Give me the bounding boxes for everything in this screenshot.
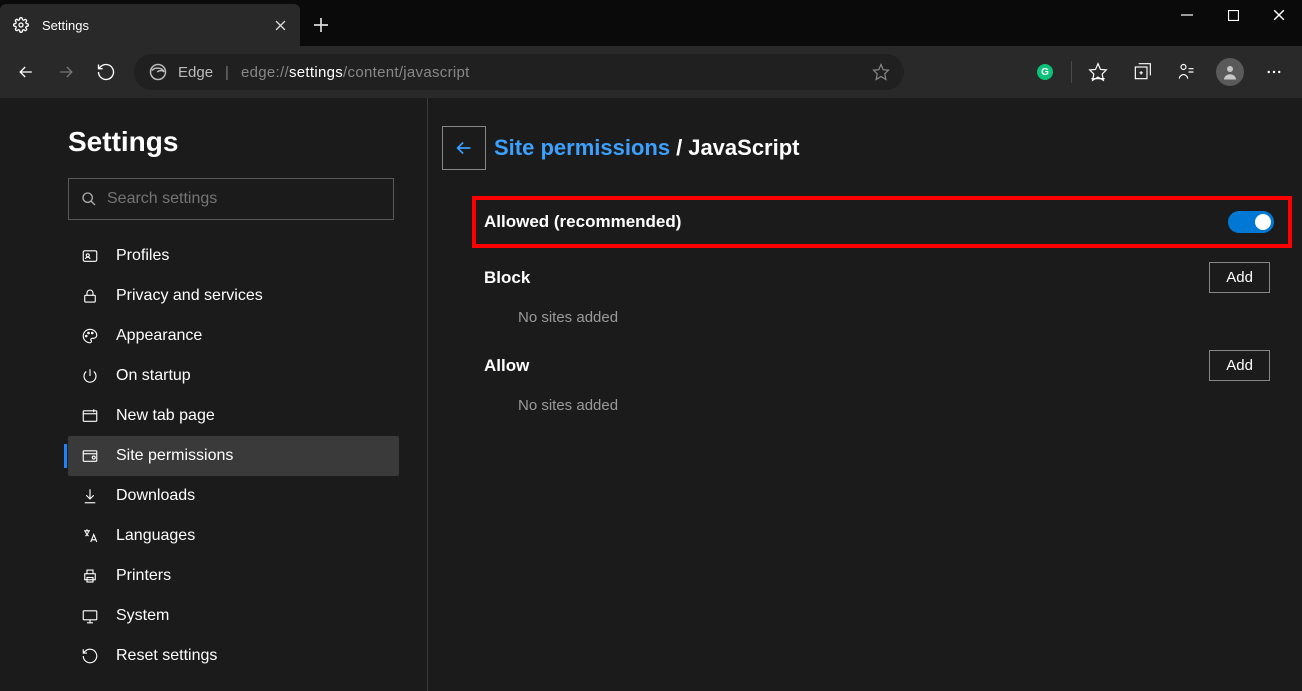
settings-main: Site permissions / JavaScript Allowed (r… bbox=[428, 98, 1302, 691]
language-icon bbox=[78, 527, 102, 545]
sidebar-item-printers[interactable]: Printers bbox=[68, 556, 399, 596]
nav-back-button[interactable] bbox=[6, 52, 46, 92]
allow-section-title: Allow bbox=[484, 356, 529, 376]
browser-toolbar: Edge | edge://settings/content/javascrip… bbox=[0, 46, 1302, 98]
sidebar-item-label: Reset settings bbox=[116, 647, 217, 665]
site-permissions-icon bbox=[78, 447, 102, 465]
printer-icon bbox=[78, 567, 102, 585]
settings-sidebar: Settings Profiles Privacy and services A… bbox=[0, 98, 428, 691]
system-icon bbox=[78, 607, 102, 625]
browser-tab-settings[interactable]: Settings bbox=[0, 4, 300, 46]
sidebar-item-privacy[interactable]: Privacy and services bbox=[68, 276, 399, 316]
tab-strip: Settings bbox=[0, 0, 1302, 46]
sidebar-item-languages[interactable]: Languages bbox=[68, 516, 399, 556]
address-separator: | bbox=[225, 64, 229, 81]
address-url: edge://settings/content/javascript bbox=[241, 64, 470, 81]
block-section: Block Add No sites added bbox=[484, 262, 1292, 326]
breadcrumb-parent-link[interactable]: Site permissions bbox=[494, 135, 670, 161]
reading-list-icon[interactable] bbox=[1164, 52, 1208, 92]
window-controls bbox=[1164, 0, 1302, 46]
edge-logo-icon bbox=[148, 62, 168, 82]
sidebar-item-label: Printers bbox=[116, 567, 171, 585]
sidebar-item-label: Downloads bbox=[116, 487, 195, 505]
close-window-button[interactable] bbox=[1256, 0, 1302, 30]
block-section-title: Block bbox=[484, 268, 530, 288]
sidebar-item-label: Privacy and services bbox=[116, 287, 263, 305]
refresh-button[interactable] bbox=[86, 52, 126, 92]
collections-icon[interactable] bbox=[1120, 52, 1164, 92]
sidebar-item-appearance[interactable]: Appearance bbox=[68, 316, 399, 356]
javascript-toggle[interactable] bbox=[1228, 211, 1274, 233]
search-icon bbox=[81, 191, 97, 207]
address-brand: Edge bbox=[178, 64, 213, 81]
search-settings[interactable] bbox=[68, 178, 394, 220]
sidebar-item-downloads[interactable]: Downloads bbox=[68, 476, 399, 516]
sidebar-item-on-startup[interactable]: On startup bbox=[68, 356, 399, 396]
settings-page: Settings Profiles Privacy and services A… bbox=[0, 98, 1302, 691]
breadcrumb-back-button[interactable] bbox=[442, 126, 486, 170]
breadcrumb-separator: / bbox=[676, 135, 682, 161]
profile-avatar[interactable] bbox=[1208, 52, 1252, 92]
settings-nav: Profiles Privacy and services Appearance… bbox=[68, 236, 399, 676]
allow-empty-text: No sites added bbox=[518, 397, 1292, 414]
close-tab-icon[interactable] bbox=[272, 17, 288, 33]
reset-icon bbox=[78, 647, 102, 665]
sidebar-item-label: System bbox=[116, 607, 169, 625]
block-add-button[interactable]: Add bbox=[1209, 262, 1270, 293]
sidebar-item-label: Profiles bbox=[116, 247, 169, 265]
javascript-allowed-row: Allowed (recommended) bbox=[472, 196, 1292, 248]
sidebar-item-label: Site permissions bbox=[116, 447, 233, 465]
palette-icon bbox=[78, 327, 102, 345]
maximize-button[interactable] bbox=[1210, 0, 1256, 30]
profile-card-icon bbox=[78, 247, 102, 265]
allow-section: Allow Add No sites added bbox=[484, 350, 1292, 414]
breadcrumb-current: JavaScript bbox=[688, 135, 799, 161]
sidebar-item-label: On startup bbox=[116, 367, 191, 385]
sidebar-item-new-tab[interactable]: New tab page bbox=[68, 396, 399, 436]
toolbar-icons: G bbox=[1023, 52, 1296, 92]
favorite-star-icon[interactable] bbox=[872, 63, 890, 81]
url-path: /content/javascript bbox=[343, 64, 470, 81]
breadcrumb: Site permissions / JavaScript bbox=[442, 126, 1292, 170]
block-empty-text: No sites added bbox=[518, 309, 1292, 326]
more-menu-icon[interactable] bbox=[1252, 52, 1296, 92]
nav-forward-button[interactable] bbox=[46, 52, 86, 92]
tab-title: Settings bbox=[42, 18, 272, 33]
page-title: Settings bbox=[68, 126, 399, 158]
sidebar-item-label: Appearance bbox=[116, 327, 202, 345]
favorites-icon[interactable] bbox=[1076, 52, 1120, 92]
minimize-button[interactable] bbox=[1164, 0, 1210, 30]
gear-icon bbox=[12, 16, 30, 34]
allow-add-button[interactable]: Add bbox=[1209, 350, 1270, 381]
avatar-icon bbox=[1216, 58, 1244, 86]
sidebar-item-profiles[interactable]: Profiles bbox=[68, 236, 399, 276]
sidebar-item-site-permissions[interactable]: Site permissions bbox=[68, 436, 399, 476]
sidebar-item-label: New tab page bbox=[116, 407, 215, 425]
lock-icon bbox=[78, 287, 102, 305]
new-tab-button[interactable] bbox=[304, 8, 338, 42]
search-input[interactable] bbox=[107, 190, 381, 208]
download-icon bbox=[78, 487, 102, 505]
address-bar[interactable]: Edge | edge://settings/content/javascrip… bbox=[134, 54, 904, 90]
sidebar-item-label: Languages bbox=[116, 527, 195, 545]
sidebar-item-reset[interactable]: Reset settings bbox=[68, 636, 399, 676]
newtab-icon bbox=[78, 407, 102, 425]
toolbar-divider bbox=[1071, 61, 1072, 83]
power-icon bbox=[78, 367, 102, 385]
url-host: settings bbox=[289, 64, 343, 81]
allowed-label: Allowed (recommended) bbox=[484, 212, 681, 232]
sidebar-item-system[interactable]: System bbox=[68, 596, 399, 636]
extension-grammarly-icon[interactable]: G bbox=[1023, 52, 1067, 92]
url-scheme: edge:// bbox=[241, 64, 289, 81]
